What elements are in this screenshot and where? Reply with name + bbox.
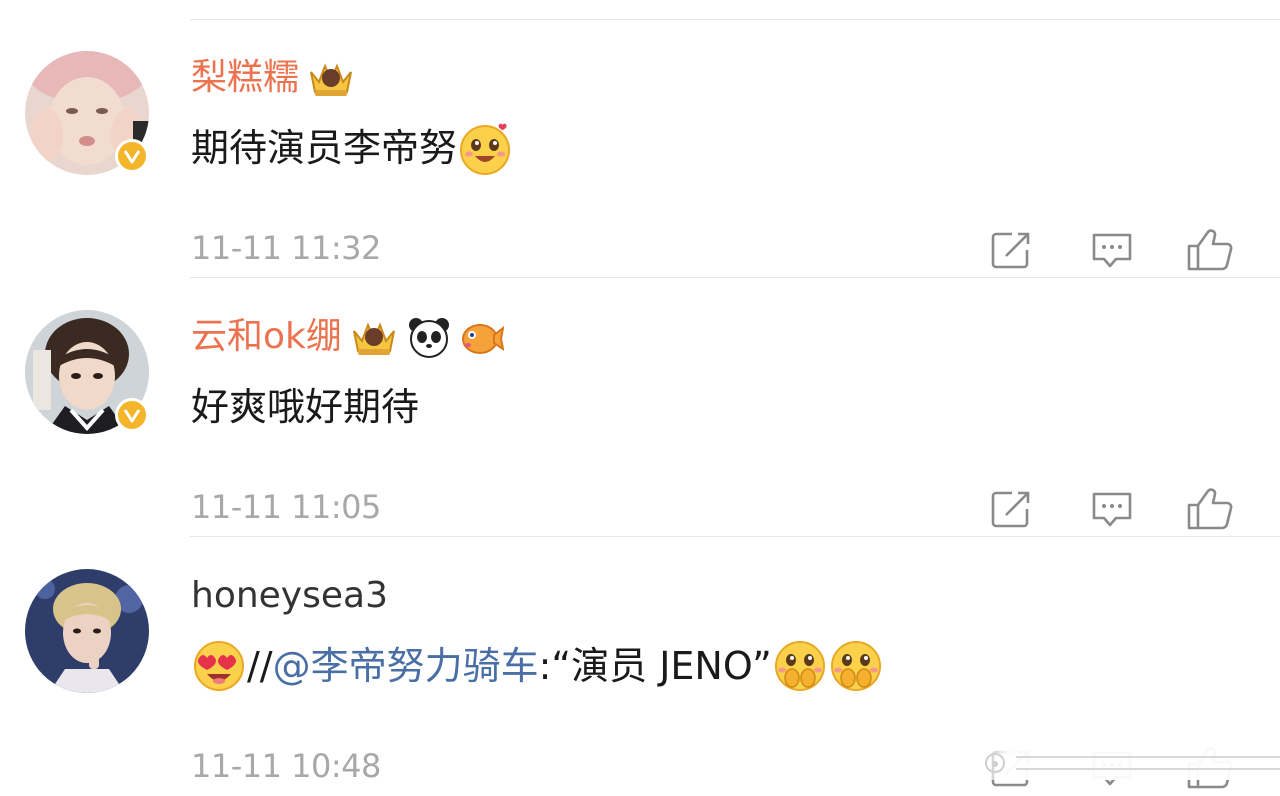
username-row: 梨糕糯 <box>191 56 357 100</box>
username[interactable]: honeysea3 <box>191 574 388 618</box>
timestamp: 11-11 10:48 <box>191 747 381 785</box>
mention-link[interactable]: @李帝努力骑车 <box>273 638 539 694</box>
action-bar <box>988 485 1240 533</box>
username[interactable]: 梨糕糯 <box>191 56 299 100</box>
comment-item: 云和ok绷 好爽哦好期待 11-11 11:05 <box>0 279 1280 537</box>
like-button[interactable] <box>1186 485 1234 533</box>
comment-text: 好爽哦好期待 <box>191 379 419 435</box>
comment-divider <box>190 277 1280 278</box>
comment-item: 梨糕糯 期待演员李帝努 11-11 11:32 <box>0 20 1280 278</box>
like-button[interactable] <box>1186 226 1234 274</box>
username[interactable]: 云和ok绷 <box>191 315 342 359</box>
timestamp: 11-11 11:32 <box>191 229 381 267</box>
thumbs-up-icon <box>1187 229 1233 271</box>
heart-eyes-blush-emoji <box>460 123 511 175</box>
comment-body: 好爽哦好期待 <box>191 385 420 429</box>
reply-button[interactable] <box>1088 485 1136 533</box>
comment-body: :“演员 JENO” <box>538 644 772 688</box>
heart-eyes-face-emoji <box>194 641 244 691</box>
comment-text: 期待演员李帝努 <box>191 120 513 176</box>
comment-body: 期待演员李帝努 <box>191 126 458 170</box>
thumbs-up-icon <box>1187 488 1233 530</box>
avatar-container[interactable] <box>25 51 149 175</box>
share-square-icon <box>991 491 1030 528</box>
weibo-logo-icon <box>985 753 1005 773</box>
share-square-icon <box>991 232 1030 269</box>
share-button[interactable] <box>988 485 1036 533</box>
comment-bubble-icon <box>1092 233 1132 268</box>
crown-badge-icon <box>352 322 395 355</box>
panda-icon <box>408 318 449 358</box>
username-row: 云和ok绷 <box>191 315 504 359</box>
comment-text: // @李帝努力骑车 :“演员 JENO” <box>191 638 884 694</box>
watermark-bars <box>1016 756 1280 770</box>
pufferfish-icon <box>461 324 504 354</box>
share-button[interactable] <box>988 226 1036 274</box>
avatar-container[interactable] <box>25 569 149 693</box>
reply-button[interactable] <box>1088 226 1136 274</box>
avatar-container[interactable] <box>25 310 149 434</box>
pleading-hands-emoji <box>774 641 825 691</box>
crown-badge-icon <box>310 63 352 96</box>
avatar[interactable] <box>25 569 149 693</box>
verified-badge-icon <box>115 398 149 432</box>
action-bar <box>988 226 1240 274</box>
verified-badge-icon <box>115 139 149 173</box>
comment-bubble-icon <box>1092 492 1132 527</box>
comment-divider <box>190 536 1280 537</box>
username-row: honeysea3 <box>191 574 388 618</box>
pleading-hands-emoji <box>830 641 881 691</box>
repost-separator: // <box>247 644 273 688</box>
watermark <box>960 746 1280 780</box>
timestamp: 11-11 11:05 <box>191 488 381 526</box>
